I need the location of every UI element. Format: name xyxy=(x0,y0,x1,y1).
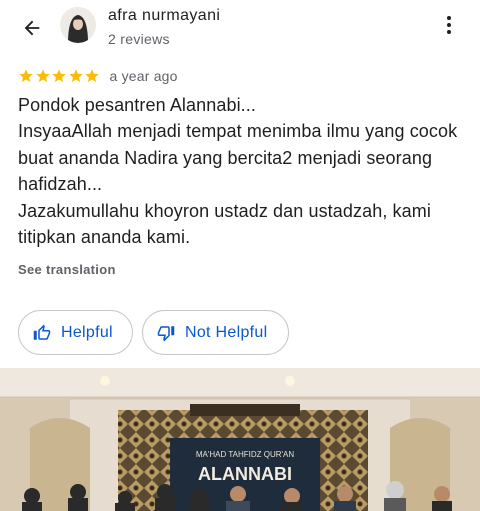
helpful-button[interactable]: Helpful xyxy=(18,310,133,355)
review-photo[interactable]: MA'HAD TAHFIDZ QUR'AN ALANNABI xyxy=(0,368,480,511)
user-name[interactable]: afra nurmayani xyxy=(108,7,220,25)
avatar[interactable] xyxy=(60,7,96,43)
rating-row: a year ago xyxy=(18,67,178,85)
reviews-count: 2 reviews xyxy=(108,31,170,47)
not-helpful-button[interactable]: Not Helpful xyxy=(142,310,289,355)
review-header: afra nurmayani 2 reviews xyxy=(0,0,480,58)
banner-line-2: ALANNABI xyxy=(198,464,292,484)
see-translation-link[interactable]: See translation xyxy=(18,262,116,277)
star-icon xyxy=(52,69,66,82)
star-icon xyxy=(85,69,99,82)
review-line: hafidzah... xyxy=(18,174,103,195)
review-time: a year ago xyxy=(109,68,178,84)
arrow-left-icon xyxy=(24,20,40,36)
back-button[interactable] xyxy=(14,10,50,46)
more-vert-icon xyxy=(447,16,451,34)
thumbs-down-icon xyxy=(157,325,175,341)
review-line: InsyaaAllah menjadi tempat menimba ilmu … xyxy=(18,121,458,142)
thumbs-up-icon xyxy=(33,324,51,340)
review-line: Pondok pesantren Alannabi... xyxy=(18,95,256,115)
review-line: buat ananda Nadira yang bercita2 menjadi… xyxy=(18,147,433,168)
review-line: titipkan ananda kami. xyxy=(18,227,191,248)
helpful-label: Helpful xyxy=(61,323,113,341)
star-icon xyxy=(35,69,50,82)
more-options-button[interactable] xyxy=(436,12,462,38)
banner-line-1: MA'HAD TAHFIDZ QUR'AN xyxy=(196,450,295,459)
star-icon xyxy=(68,69,83,82)
star-rating xyxy=(18,68,101,84)
review-line: Jazakumullahu khoyron ustadz dan ustadza… xyxy=(18,200,431,221)
review-text: Pondok pesantren Alannabi... InsyaaAllah… xyxy=(18,92,468,250)
star-icon xyxy=(19,69,33,82)
not-helpful-label: Not Helpful xyxy=(185,323,268,341)
